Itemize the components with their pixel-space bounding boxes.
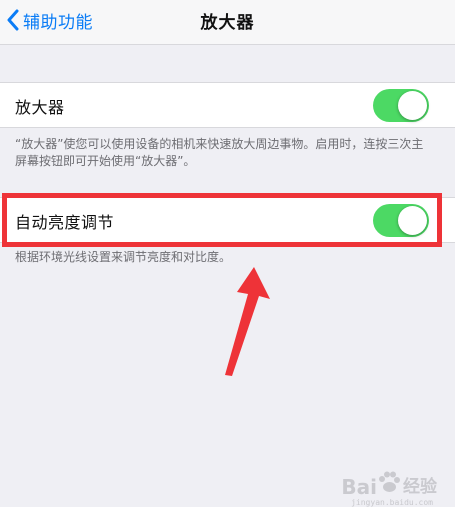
watermark-suffix: 经验 (403, 477, 437, 497)
page-title: 放大器 (200, 13, 255, 33)
magnifier-footnote: “放大器”使您可以使用设备的相机来快速放大周边事物。启用时，连按三次主屏幕按钮即… (15, 137, 424, 168)
watermark-url: jingyan.baidu.com (351, 498, 433, 507)
magnifier-toggle[interactable] (373, 89, 429, 122)
watermark: Bai 经验 (341, 471, 437, 497)
arrow-up-icon (225, 267, 270, 376)
toggle-knob (398, 91, 427, 120)
magnifier-label: 放大器 (15, 98, 65, 117)
highlight-box (2, 193, 442, 247)
nav-bar: 辅助功能 放大器 (0, 0, 455, 45)
paw-icon (377, 471, 401, 497)
auto-brightness-footnote: 根据环境光线设置来调节亮度和对比度。 (15, 250, 232, 264)
magnifier-row: 放大器 (0, 82, 455, 128)
watermark-brand: Bai (341, 475, 377, 499)
